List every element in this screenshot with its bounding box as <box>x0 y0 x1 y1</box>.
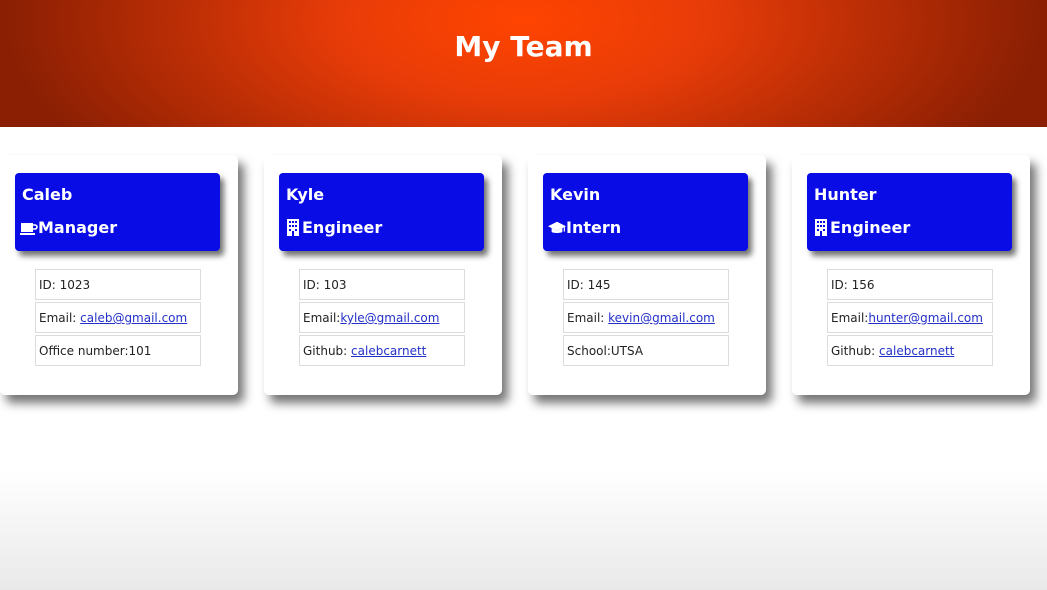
email-prefix: Email: <box>831 311 869 325</box>
id-item: ID: 156 <box>827 269 993 300</box>
employee-role: Intern <box>548 218 621 237</box>
email-prefix: Email: <box>39 311 81 325</box>
card-header: Kevin Intern <box>543 173 748 251</box>
employee-card: Hunter Engineer ID: 156 Email:hunter@gma… <box>792 155 1030 395</box>
building-icon <box>284 219 302 237</box>
card-header: Kyle Engineer <box>279 173 484 251</box>
email-link[interactable]: hunter@gmail.com <box>868 311 983 325</box>
employee-card: Caleb Manager ID: 1023 Email: caleb@gmai… <box>0 155 238 395</box>
school-item: School:UTSA <box>563 335 729 366</box>
github-item: Github: calebcarnett <box>827 335 993 366</box>
github-prefix: Github: <box>303 344 352 358</box>
employee-name: Hunter <box>814 185 877 204</box>
info-list: ID: 103 Email:kyle@gmail.com Github: cal… <box>299 269 465 368</box>
header-banner: My Team <box>0 0 1047 127</box>
building-icon <box>812 219 830 237</box>
employee-role: Engineer <box>284 218 382 237</box>
employee-card: Kevin Intern ID: 145 Email: kevin@gmail.… <box>528 155 766 395</box>
graduation-cap-icon <box>548 219 566 237</box>
email-item: Email:kyle@gmail.com <box>299 302 465 333</box>
github-prefix: Github: <box>831 344 880 358</box>
office-number-item: Office number:101 <box>35 335 201 366</box>
mug-icon <box>20 219 38 237</box>
github-link[interactable]: calebcarnett <box>879 344 954 358</box>
email-item: Email: kevin@gmail.com <box>563 302 729 333</box>
github-item: Github: calebcarnett <box>299 335 465 366</box>
employee-name: Caleb <box>22 185 73 204</box>
email-item: Email: caleb@gmail.com <box>35 302 201 333</box>
office-number-label: Office number:101 <box>39 344 152 358</box>
github-link[interactable]: calebcarnett <box>351 344 426 358</box>
email-item: Email:hunter@gmail.com <box>827 302 993 333</box>
email-link[interactable]: kevin@gmail.com <box>608 311 715 325</box>
employee-name: Kevin <box>550 185 601 204</box>
info-list: ID: 156 Email:hunter@gmail.com Github: c… <box>827 269 993 368</box>
employee-name: Kyle <box>286 185 325 204</box>
employee-role: Manager <box>20 218 117 237</box>
id-item: ID: 103 <box>299 269 465 300</box>
id-item: ID: 145 <box>563 269 729 300</box>
info-list: ID: 145 Email: kevin@gmail.com School:UT… <box>563 269 729 368</box>
id-item: ID: 1023 <box>35 269 201 300</box>
email-link[interactable]: caleb@gmail.com <box>80 311 187 325</box>
role-label: Engineer <box>302 218 383 237</box>
role-label: Engineer <box>830 218 911 237</box>
page-title: My Team <box>454 30 593 63</box>
role-label: Intern <box>566 218 622 237</box>
info-list: ID: 1023 Email: caleb@gmail.com Office n… <box>35 269 201 368</box>
employee-card: Kyle Engineer ID: 103 Email:kyle@gmail.c… <box>264 155 502 395</box>
school-label: School:UTSA <box>567 344 644 358</box>
email-prefix: Email: <box>303 311 341 325</box>
employee-role: Engineer <box>812 218 910 237</box>
role-label: Manager <box>38 218 118 237</box>
email-link[interactable]: kyle@gmail.com <box>340 311 439 325</box>
email-prefix: Email: <box>567 311 609 325</box>
card-header: Caleb Manager <box>15 173 220 251</box>
card-header: Hunter Engineer <box>807 173 1012 251</box>
